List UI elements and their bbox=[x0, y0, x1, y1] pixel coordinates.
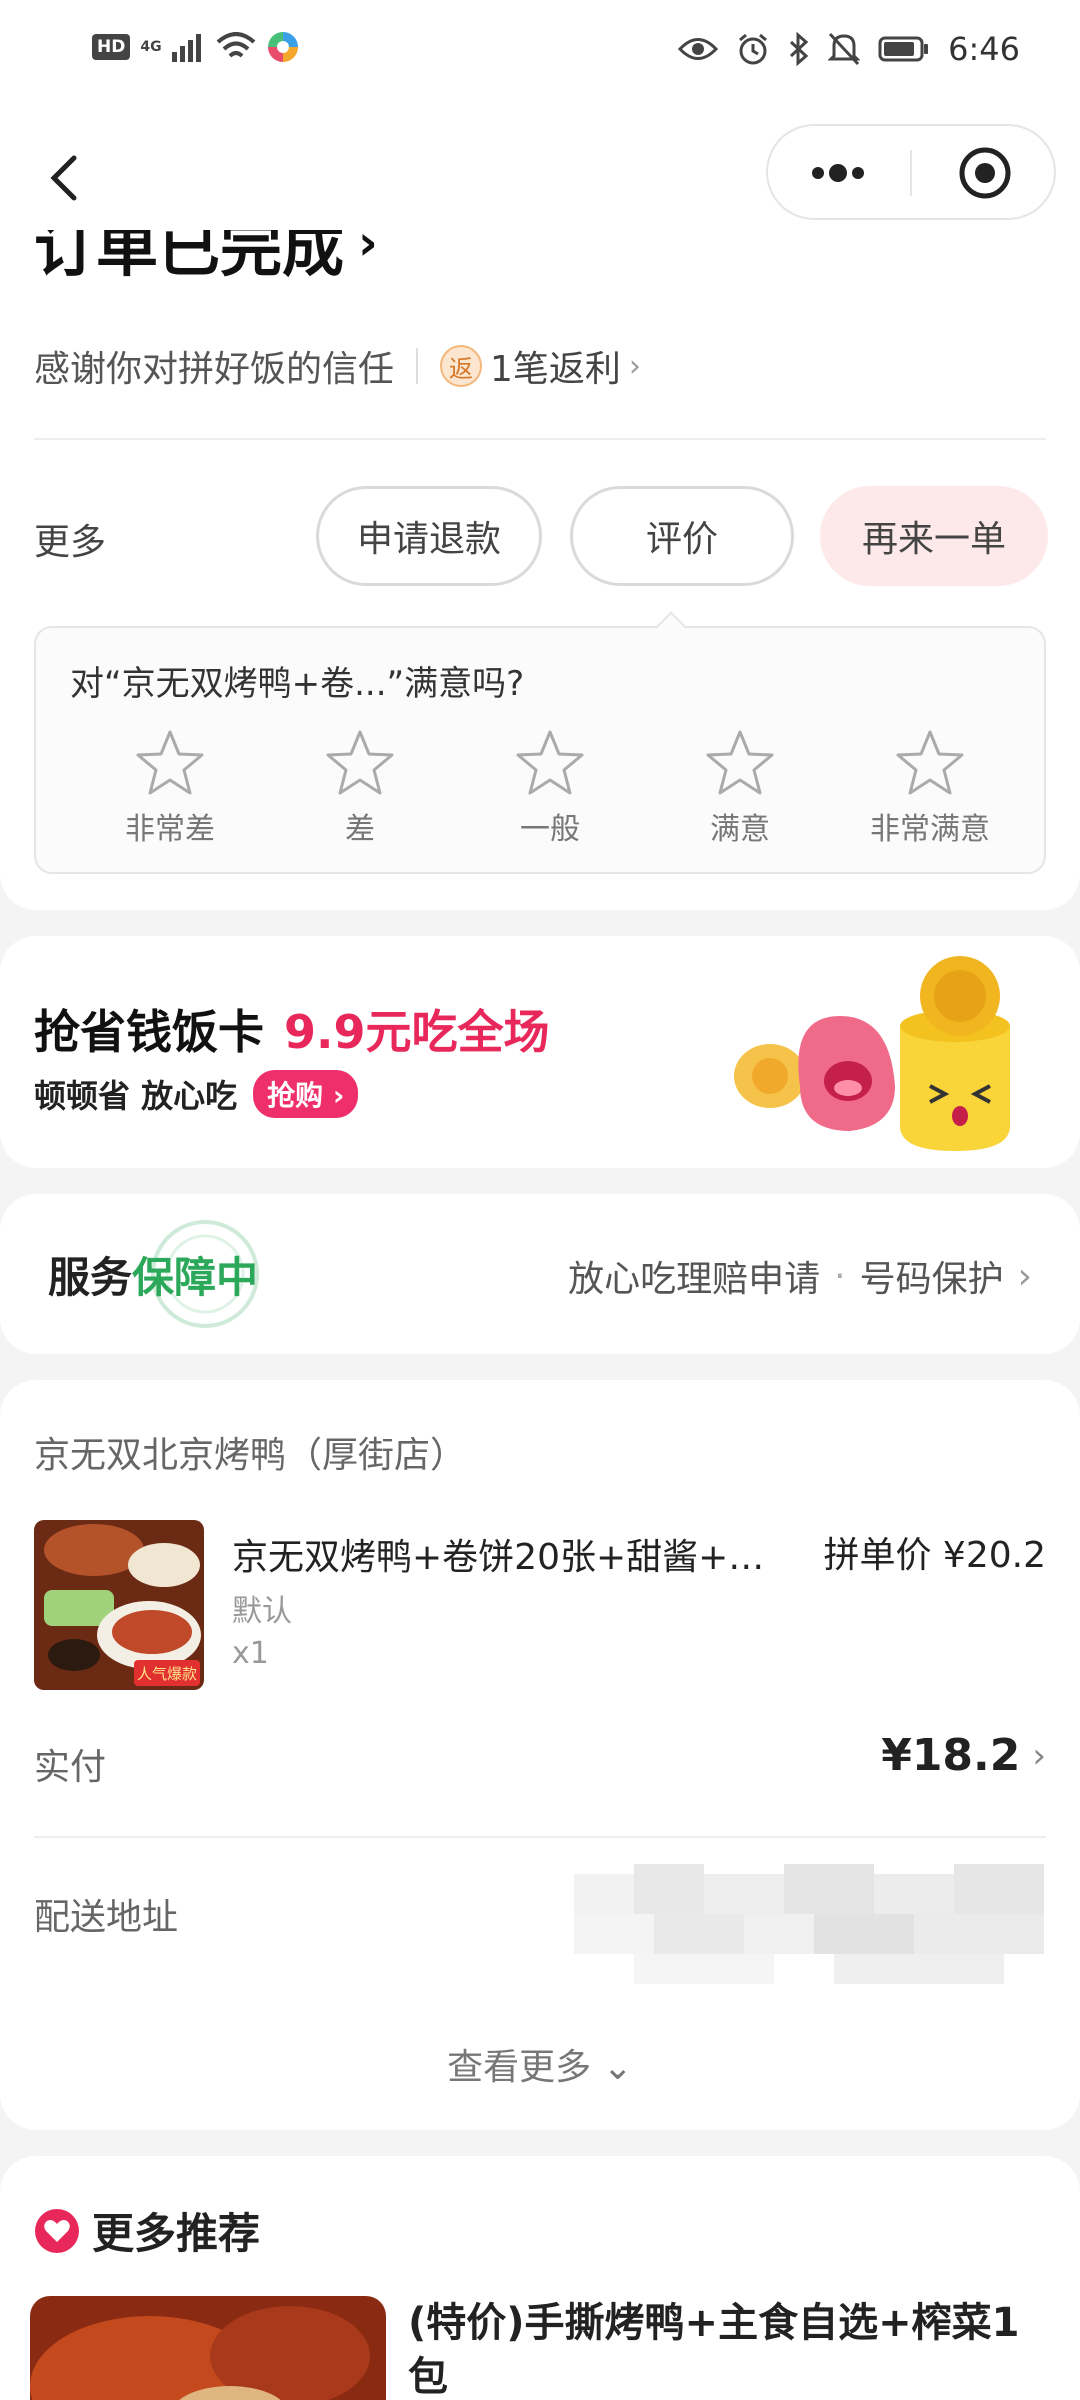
clock: 6:46 bbox=[948, 30, 1020, 68]
rating-stars: 非常差 差 一般 满意 非常满意 bbox=[100, 728, 1000, 848]
service-status: 保障中 bbox=[132, 1253, 259, 1302]
promo-banner[interactable]: 抢省钱饭卡 9.9元吃全场 顿顿省 放心吃 抢购 › bbox=[0, 936, 1080, 1168]
view-more-button[interactable]: 查看更多 ⌄ bbox=[0, 2038, 1080, 2090]
service-links: 放心吃理赔申请 · 号码保护 › bbox=[568, 1250, 1032, 1302]
hd-icon: HD bbox=[92, 34, 131, 60]
thanks-text: 感谢你对拼好饭的信任 bbox=[34, 349, 395, 390]
refund-button[interactable]: 申请退款 bbox=[316, 486, 542, 586]
claim-link[interactable]: 放心吃理赔申请 bbox=[568, 1250, 820, 1302]
divider bbox=[34, 1836, 1046, 1838]
rating-label: 满意 bbox=[710, 812, 770, 847]
more-label[interactable]: 更多 bbox=[34, 513, 106, 565]
chevron-right-icon: › bbox=[628, 348, 641, 384]
address-label: 配送地址 bbox=[34, 1897, 179, 1938]
heart-icon bbox=[35, 2208, 79, 2253]
buy-button[interactable]: 抢购 › bbox=[253, 1070, 359, 1118]
thanks-row: 感谢你对拼好饭的信任 返 1笔返利 › bbox=[34, 340, 641, 392]
product-spec: 默认 bbox=[232, 1594, 292, 1629]
product-image-badge: 人气爆款 bbox=[137, 1665, 197, 1683]
star-icon bbox=[326, 730, 394, 795]
chevron-right-icon: › bbox=[1017, 1255, 1032, 1297]
rating-satisfied[interactable]: 满意 bbox=[670, 728, 810, 848]
mute-icon bbox=[828, 32, 861, 66]
chevron-right-icon: › bbox=[358, 230, 378, 271]
order-detail-card: 京无双北京烤鸭（厚街店） 人气爆款 京无双烤鸭+卷饼20张+甜酱+… 拼单价 ¥… bbox=[0, 1380, 1080, 2130]
mascot-illustration bbox=[734, 956, 1010, 1151]
rating-question: 对“京无双烤鸭+卷...”满意吗? bbox=[70, 664, 525, 704]
rating-very-bad[interactable]: 非常差 bbox=[100, 728, 240, 848]
buy-label: 抢购 bbox=[267, 1079, 324, 1112]
recommend-heading-text: 更多推荐 bbox=[92, 2209, 261, 2258]
paid-value: ¥18.2 bbox=[881, 1730, 1021, 1781]
address-redacted bbox=[574, 1864, 1044, 1984]
recommend-heading: 更多推荐 bbox=[34, 2200, 260, 2261]
rating-bad[interactable]: 差 bbox=[290, 728, 430, 848]
capsule-divider bbox=[910, 150, 912, 196]
order-status-card: 订单已完成 › 感谢你对拼好饭的信任 返 1笔返利 › 更多 申请退款 评价 再… bbox=[0, 230, 1080, 910]
rating-panel: 对“京无双烤鸭+卷...”满意吗? 非常差 差 一般 满意 非常满意 bbox=[34, 626, 1046, 874]
rating-label: 非常满意 bbox=[870, 812, 990, 847]
rating-label: 非常差 bbox=[125, 812, 215, 847]
paid-label: 实付 bbox=[34, 1747, 107, 1788]
app-icon bbox=[267, 32, 298, 62]
view-more-label: 查看更多 bbox=[447, 2047, 592, 2088]
product-qty: x1 bbox=[232, 1636, 269, 1671]
service-title: 服务保障中 bbox=[48, 1244, 258, 1305]
wifi-icon bbox=[216, 32, 255, 58]
recommend-section: 更多推荐 (特价)手撕烤鸭+主食自选+榨菜1包 bbox=[0, 2156, 1080, 2400]
product-image[interactable]: 人气爆款 bbox=[34, 1520, 204, 1690]
recommend-item-title[interactable]: (特价)手撕烤鸭+主食自选+榨菜1包 bbox=[408, 2296, 1048, 2400]
alarm-icon bbox=[739, 33, 768, 65]
number-protection-link[interactable]: 号码保护 bbox=[860, 1250, 1004, 1302]
service-guarantee-card[interactable]: 服务保障中 放心吃理赔申请 · 号码保护 › bbox=[0, 1194, 1080, 1354]
rating-label: 差 bbox=[345, 812, 375, 847]
recommend-item-image[interactable] bbox=[30, 2296, 386, 2400]
promo-title-text: 抢省钱饭卡 bbox=[34, 1005, 264, 1059]
battery-icon bbox=[878, 36, 929, 62]
divider bbox=[416, 348, 419, 384]
star-icon bbox=[706, 730, 774, 795]
promo-highlight: 9.9元吃全场 bbox=[284, 1005, 550, 1059]
separator-dot: · bbox=[834, 1255, 846, 1297]
chevron-left-icon[interactable] bbox=[34, 148, 94, 208]
promo-subtitle: 顿顿省 放心吃 抢购 › bbox=[34, 1070, 359, 1118]
review-button[interactable]: 评价 bbox=[570, 486, 794, 586]
service-prefix: 服务 bbox=[48, 1253, 133, 1302]
signal-icon bbox=[171, 34, 201, 62]
rebate-icon: 返 bbox=[440, 345, 483, 387]
order-status-title[interactable]: 订单已完成 › bbox=[34, 230, 378, 288]
nav-bar bbox=[0, 110, 1080, 230]
rating-very-satisfied[interactable]: 非常满意 bbox=[860, 728, 1000, 848]
chevron-down-icon: ⌄ bbox=[602, 2047, 633, 2088]
mini-program-capsule bbox=[766, 124, 1056, 220]
more-dots-icon[interactable] bbox=[808, 160, 868, 186]
promo-subtitle-text: 顿顿省 放心吃 bbox=[34, 1077, 238, 1115]
promo-title: 抢省钱饭卡 9.9元吃全场 bbox=[34, 996, 550, 1062]
reorder-button[interactable]: 再来一单 bbox=[820, 486, 1048, 586]
target-icon[interactable] bbox=[958, 146, 1012, 200]
order-status-text: 订单已完成 bbox=[34, 230, 345, 285]
network-type: 4G bbox=[140, 39, 162, 55]
rating-average[interactable]: 一般 bbox=[480, 728, 620, 848]
rebate-link[interactable]: 1笔返利 bbox=[490, 340, 621, 392]
star-icon bbox=[136, 730, 204, 795]
product-name[interactable]: 京无双烤鸭+卷饼20张+甜酱+… bbox=[232, 1528, 772, 1580]
chevron-right-icon: › bbox=[1032, 1735, 1046, 1776]
star-icon bbox=[516, 730, 584, 795]
rating-label: 一般 bbox=[520, 812, 580, 847]
shop-name[interactable]: 京无双北京烤鸭（厚街店） bbox=[34, 1426, 466, 1478]
divider bbox=[34, 438, 1046, 440]
status-bar: HD 4G 6:46 bbox=[0, 0, 1080, 110]
eye-icon bbox=[678, 38, 719, 60]
star-icon bbox=[896, 730, 964, 795]
product-price: 拼单价 ¥20.2 bbox=[823, 1535, 1046, 1576]
paid-amount[interactable]: ¥18.2 › bbox=[881, 1730, 1046, 1781]
bluetooth-icon bbox=[790, 32, 809, 66]
